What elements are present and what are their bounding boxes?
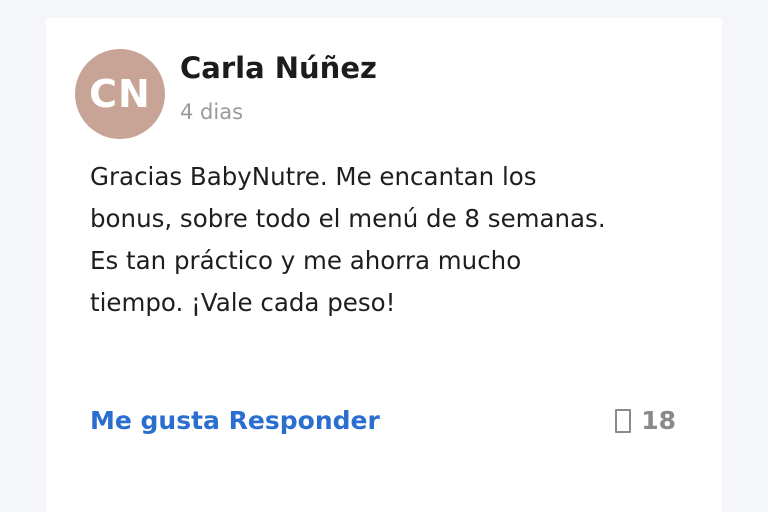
reply-button[interactable]: Responder xyxy=(229,406,380,435)
avatar[interactable]: CN xyxy=(75,49,165,139)
like-count-value: 18 xyxy=(641,406,676,435)
avatar-initials: CN xyxy=(89,72,151,116)
comment-card: CN Carla Núñez 4 dias Gracias BabyNutre.… xyxy=(46,18,722,512)
like-count: 18 xyxy=(615,408,676,433)
like-button[interactable]: Me gusta xyxy=(90,406,220,435)
comment-actions: Me gusta Responder xyxy=(90,408,380,433)
author-name[interactable]: Carla Núñez xyxy=(180,54,377,83)
thumbs-up-icon xyxy=(615,408,632,433)
comment-timestamp: 4 dias xyxy=(180,100,244,124)
comment-text: Gracias BabyNutre. Me encantan los bonus… xyxy=(90,162,606,317)
